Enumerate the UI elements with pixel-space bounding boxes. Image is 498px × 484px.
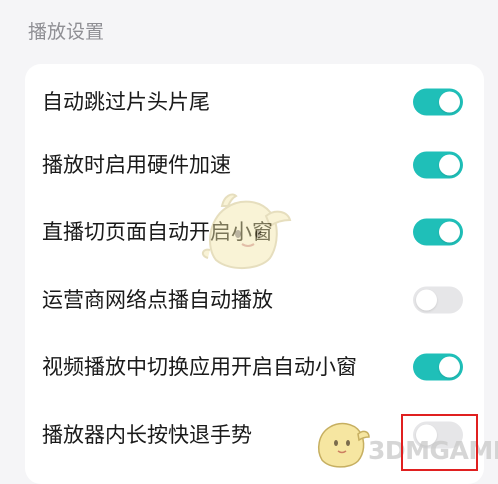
- setting-row-skip-intro-outro[interactable]: 自动跳过片头片尾: [25, 68, 484, 135]
- setting-label: 自动跳过片头片尾: [42, 89, 210, 114]
- hardware-acceleration-toggle[interactable]: [413, 151, 463, 178]
- watermark-mascot-icon: [202, 193, 292, 270]
- toggle-knob: [416, 289, 437, 310]
- toggle-knob: [439, 356, 460, 377]
- setting-row-hardware-acceleration[interactable]: 播放时启用硬件加速: [25, 131, 484, 198]
- section-title: 播放设置: [28, 21, 105, 43]
- toggle-knob: [439, 221, 460, 242]
- live-mini-window-toggle[interactable]: [413, 218, 463, 245]
- setting-row-app-switch-mini-window[interactable]: 视频播放中切换应用开启自动小窗: [25, 333, 484, 400]
- setting-label: 播放器内长按快退手势: [42, 422, 252, 447]
- setting-label: 播放时启用硬件加速: [42, 152, 231, 177]
- highlight-annotation-box: [401, 414, 478, 471]
- setting-label: 视频播放中切换应用开启自动小窗: [42, 354, 357, 379]
- app-switch-mini-window-toggle[interactable]: [413, 353, 463, 380]
- toggle-knob: [439, 154, 460, 175]
- toggle-knob: [439, 91, 460, 112]
- watermark-logo-mascot-icon: [317, 422, 370, 468]
- skip-intro-outro-toggle[interactable]: [413, 88, 463, 115]
- carrier-autoplay-toggle[interactable]: [413, 286, 463, 313]
- setting-label: 运营商网络点播自动播放: [42, 287, 273, 312]
